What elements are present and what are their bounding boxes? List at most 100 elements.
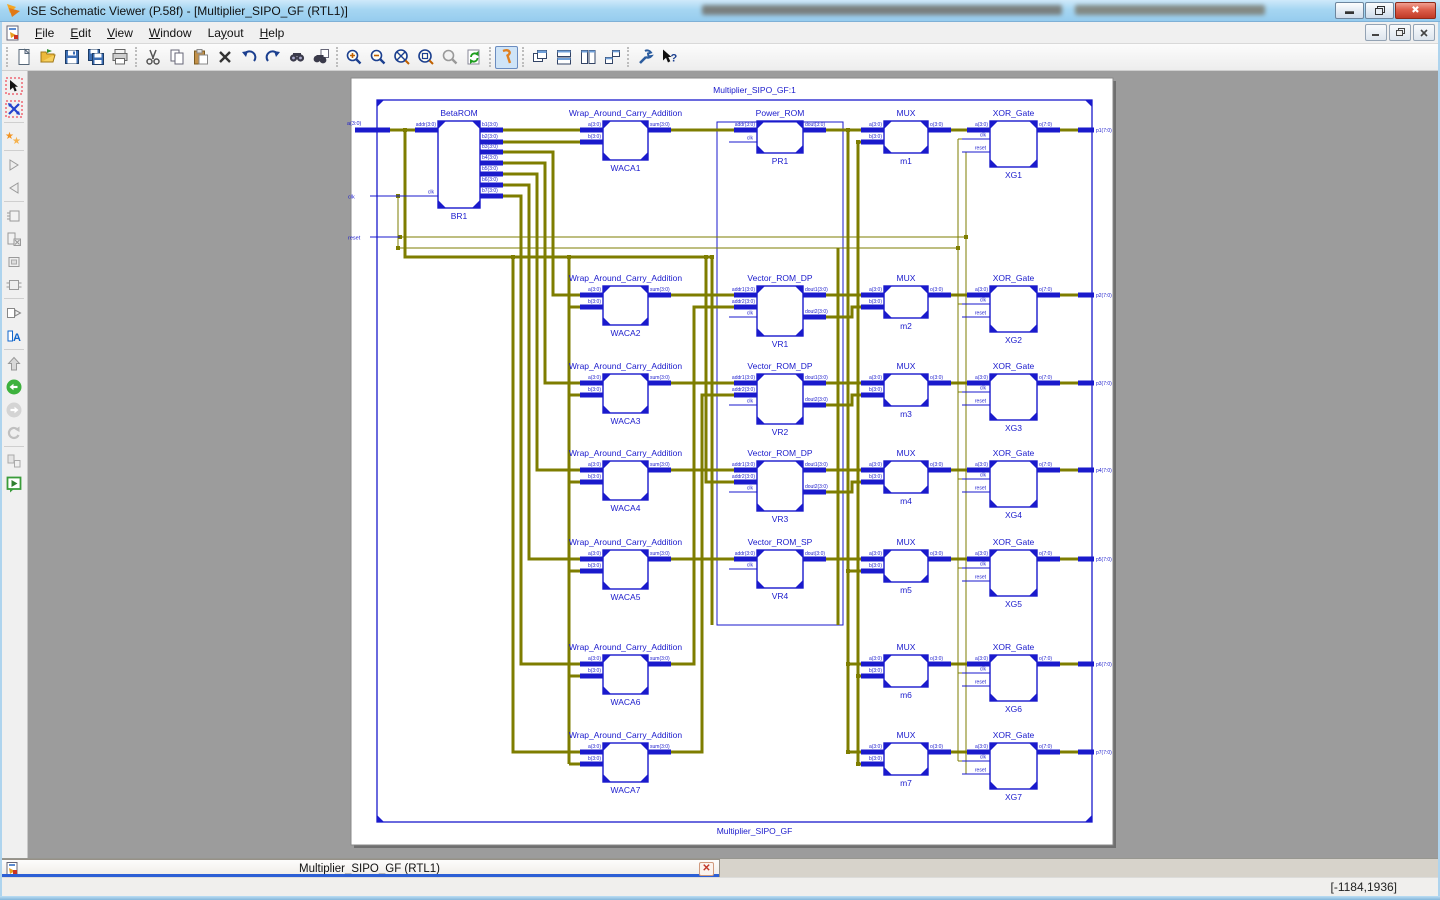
pin-VR4-addr(3:0)[interactable] (734, 557, 757, 562)
pin-XG2-o(7:0)[interactable] (1037, 293, 1060, 298)
pin-m7-b(3:0)[interactable] (861, 762, 884, 767)
pin-WACA3-a(3:0)[interactable] (580, 381, 603, 386)
pin-m7-o(3:0)[interactable] (928, 750, 951, 755)
pin-m4-b(3:0)[interactable] (861, 480, 884, 485)
pin-VR3-addr1(3:0)[interactable] (734, 468, 757, 473)
tile-vertical-button[interactable] (576, 46, 599, 69)
close-button[interactable]: ✖ (1395, 2, 1436, 19)
pin-WACA7-b(3:0)[interactable] (580, 762, 603, 767)
pin-m6-a(3:0)[interactable] (861, 662, 884, 667)
menu-item-window[interactable]: Window (141, 24, 200, 42)
menu-item-help[interactable]: Help (252, 24, 293, 42)
arrange-windows-button[interactable] (600, 46, 623, 69)
push-up-tool-button[interactable] (2, 352, 26, 375)
pin-m1-o(3:0)[interactable] (928, 128, 951, 133)
cascade-windows-button[interactable] (528, 46, 551, 69)
pin-VR3-addr2(3:0)[interactable] (734, 480, 757, 485)
pin-PR1-addr(3:0)[interactable] (734, 128, 757, 133)
pin-XG7-o(7:0)[interactable] (1037, 750, 1060, 755)
nav-refresh-tool-button[interactable] (2, 421, 26, 444)
menu-item-file[interactable]: File (27, 24, 62, 42)
pin-WACA4-b(3:0)[interactable] (580, 480, 603, 485)
pin-WACA7-sum(3:0)[interactable] (648, 750, 671, 755)
pin-PR1-dout(3:0)[interactable] (803, 128, 826, 133)
pin-VR2-dout1(3:0)[interactable] (803, 381, 826, 386)
pin-m4-a(3:0)[interactable] (861, 468, 884, 473)
zoom-selection-button[interactable] (414, 46, 437, 69)
pin-VR4-dout(3:0)[interactable] (803, 557, 826, 562)
pin-m5-a(3:0)[interactable] (861, 557, 884, 562)
delete-button[interactable] (213, 46, 236, 69)
select-mode-button[interactable] (495, 46, 518, 69)
pin-BR1-b3(3:0)[interactable] (480, 150, 503, 155)
pin-XG7-a(3:0)[interactable] (967, 750, 990, 755)
add-text-tool-button[interactable]: A (2, 324, 26, 347)
tab-close-button[interactable]: ✕ (699, 862, 714, 876)
zoom-out-button[interactable] (366, 46, 389, 69)
pin-VR1-addr1(3:0)[interactable] (734, 293, 757, 298)
pin-VR1-dout1(3:0)[interactable] (803, 293, 826, 298)
pin-XG6-o(7:0)[interactable] (1037, 662, 1060, 667)
pin-WACA6-sum(3:0)[interactable] (648, 662, 671, 667)
pin-WACA4-a(3:0)[interactable] (580, 468, 603, 473)
port-p7(7:0)[interactable] (1078, 750, 1094, 755)
refresh-view-button[interactable] (462, 46, 485, 69)
pin-m7-a(3:0)[interactable] (861, 750, 884, 755)
pin-VR2-addr2(3:0)[interactable] (734, 393, 757, 398)
pin-WACA4-sum(3:0)[interactable] (648, 468, 671, 473)
pin-WACA6-a(3:0)[interactable] (580, 662, 603, 667)
port-a(3:0)[interactable] (355, 128, 390, 133)
pin-WACA2-sum(3:0)[interactable] (648, 293, 671, 298)
pin-XG1-o(7:0)[interactable] (1037, 128, 1060, 133)
pin-VR2-dout2(3:0)[interactable] (803, 403, 826, 408)
pin-WACA1-a(3:0)[interactable] (580, 128, 603, 133)
pin-WACA2-b(3:0)[interactable] (580, 305, 603, 310)
zoom-default-button[interactable] (438, 46, 461, 69)
pin-m4-o(3:0)[interactable] (928, 468, 951, 473)
pin-WACA5-b(3:0)[interactable] (580, 569, 603, 574)
add-symbol-tool-button[interactable] (2, 301, 26, 324)
pin-WACA1-sum(3:0)[interactable] (648, 128, 671, 133)
pointer-select-tool-button[interactable] (2, 74, 26, 97)
new-document-button[interactable] (12, 46, 35, 69)
pin-VR1-addr2(3:0)[interactable] (734, 305, 757, 310)
pin-m2-b(3:0)[interactable] (861, 305, 884, 310)
print-button[interactable] (108, 46, 131, 69)
pin-WACA2-a(3:0)[interactable] (580, 293, 603, 298)
pin-BR1-b7(3:0)[interactable] (480, 194, 503, 199)
pin-m2-a(3:0)[interactable] (861, 293, 884, 298)
instance-x-tool-button[interactable] (2, 227, 26, 250)
crossprobe-tool-button[interactable] (2, 97, 26, 120)
undo-button[interactable] (237, 46, 260, 69)
pin-m3-b(3:0)[interactable] (861, 393, 884, 398)
pin-m3-o(3:0)[interactable] (928, 381, 951, 386)
pin-XG3-a(3:0)[interactable] (967, 381, 990, 386)
pin-VR1-dout2(3:0)[interactable] (803, 315, 826, 320)
menu-item-view[interactable]: View (99, 24, 141, 42)
maximize-button[interactable] (1365, 2, 1394, 19)
pin-m6-o(3:0)[interactable] (928, 662, 951, 667)
tab-multiplier-sipo-gf[interactable]: Multiplier_SIPO_GF (RTL1) ✕ (0, 859, 720, 878)
run-check-tool-button[interactable] (2, 472, 26, 495)
pin-XG6-a(3:0)[interactable] (967, 662, 990, 667)
pin-VR2-addr1(3:0)[interactable] (734, 381, 757, 386)
instance-inner-tool-button[interactable] (2, 250, 26, 273)
instance-pins-tool-button[interactable] (2, 273, 26, 296)
pin-BR1-b6(3:0)[interactable] (480, 183, 503, 188)
context-help-button[interactable]: ? (657, 46, 680, 69)
pin-m1-b(3:0)[interactable] (861, 140, 884, 145)
pin-BR1-b5(3:0)[interactable] (480, 172, 503, 177)
pin-BR1-addr(3:0)[interactable] (415, 128, 438, 133)
child-close-button[interactable] (1413, 24, 1435, 41)
pin-WACA5-sum(3:0)[interactable] (648, 557, 671, 562)
instance-block-tool-button[interactable] (2, 204, 26, 227)
paste-button[interactable] (189, 46, 212, 69)
pin-BR1-b4(3:0)[interactable] (480, 161, 503, 166)
menu-item-layout[interactable]: Layout (200, 24, 252, 42)
view-blocks-tool-button[interactable] (2, 449, 26, 472)
zoom-full-view-button[interactable] (390, 46, 413, 69)
pin-WACA3-sum(3:0)[interactable] (648, 381, 671, 386)
pin-XG5-a(3:0)[interactable] (967, 557, 990, 562)
pin-WACA5-a(3:0)[interactable] (580, 557, 603, 562)
pin-XG2-a(3:0)[interactable] (967, 293, 990, 298)
